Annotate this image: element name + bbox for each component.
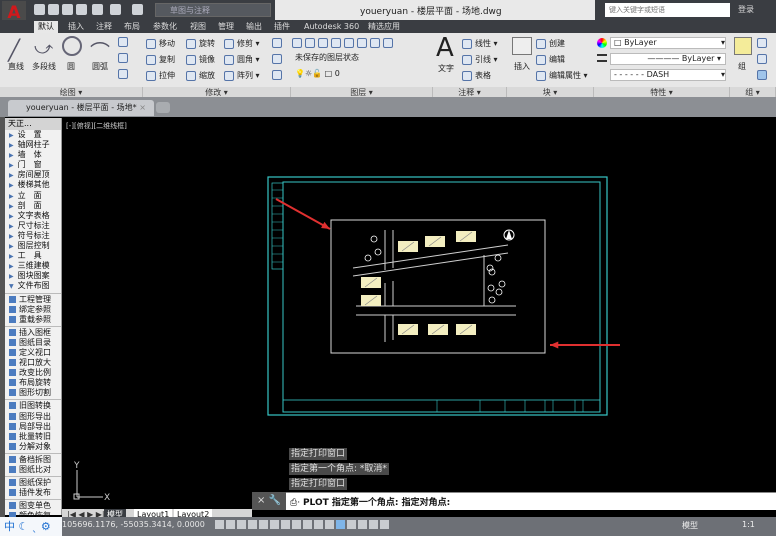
status-toggle-icon[interactable] — [237, 520, 246, 529]
tree — [364, 254, 372, 262]
tree — [487, 284, 495, 292]
status-toggle-icon[interactable] — [259, 520, 268, 529]
status-toggle-icon[interactable] — [226, 520, 235, 529]
red-arrow-head — [550, 341, 559, 349]
tree — [370, 235, 378, 243]
status-toggle-icon[interactable] — [215, 520, 224, 529]
command-input[interactable]: ⎙· PLOT 指定第一个角点: 指定对角点: — [290, 495, 450, 508]
model-space-button[interactable]: 模型 — [682, 520, 698, 531]
status-toggle-icon[interactable] — [380, 520, 389, 529]
red-arrow — [275, 198, 331, 230]
title-block — [282, 399, 601, 413]
ucs-x-label: X — [104, 493, 110, 503]
status-toggle-icon[interactable] — [325, 520, 334, 529]
command-line-controls: × 🔧 — [252, 492, 286, 510]
drawing-canvas[interactable]: YX — [0, 0, 776, 536]
status-toggle-icon[interactable] — [292, 520, 301, 529]
status-toggle-icon[interactable] — [369, 520, 378, 529]
command-history-line: 指定第一个角点: *取消* — [289, 463, 389, 475]
outer-frame — [267, 176, 608, 416]
status-toggle-icon[interactable] — [336, 520, 345, 529]
north-arrow-needle — [506, 230, 512, 239]
command-history-line: 指定打印窗口 — [289, 478, 348, 490]
status-toggle-icon[interactable] — [270, 520, 279, 529]
close-icon[interactable]: × — [257, 495, 265, 506]
status-toggle-icon[interactable] — [281, 520, 290, 529]
ime-toolbar[interactable]: 中 ☾ ˎ ⚙ — [0, 517, 62, 536]
status-toggle-icon[interactable] — [248, 520, 257, 529]
binding-strip — [271, 182, 284, 270]
status-toggle-icon[interactable] — [314, 520, 323, 529]
command-history-line: 指定打印窗口 — [289, 448, 348, 460]
status-toggle-icon[interactable] — [303, 520, 312, 529]
wrench-icon[interactable]: 🔧 — [269, 495, 281, 506]
coordinate-readout: 105696.1176, -55035.3414, 0.0000 — [62, 520, 205, 529]
ucs-y-label: Y — [73, 461, 80, 471]
annotation-scale[interactable]: 1:1 — [742, 520, 755, 529]
status-toggle-icon[interactable] — [358, 520, 367, 529]
print-icon: ⎙· — [290, 498, 301, 508]
tree — [488, 296, 496, 304]
tree — [495, 288, 503, 296]
tree — [374, 248, 382, 256]
tree — [498, 280, 506, 288]
tree — [494, 254, 502, 262]
status-toggle-icon[interactable] — [347, 520, 356, 529]
